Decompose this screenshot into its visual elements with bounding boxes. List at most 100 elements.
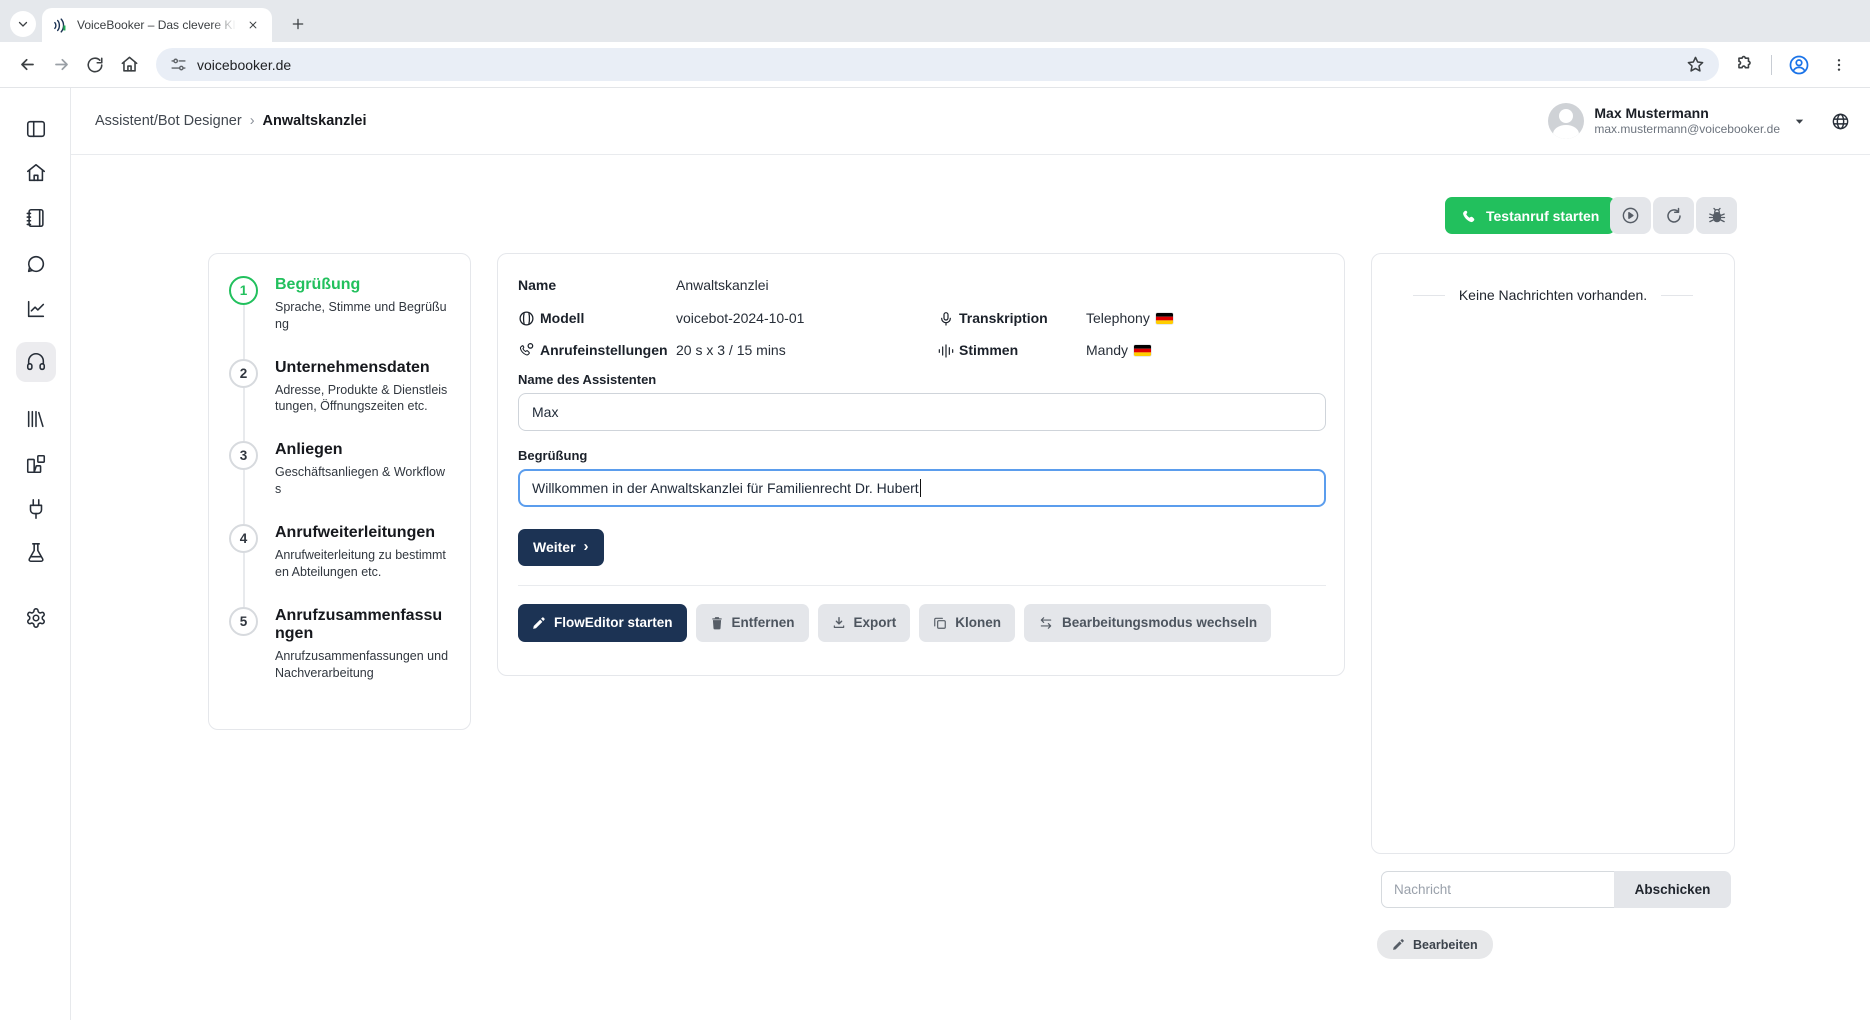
site-info-icon[interactable] xyxy=(170,56,187,73)
play-button[interactable] xyxy=(1610,197,1651,234)
transcription-label: Transkription xyxy=(959,310,1048,326)
stepper-step-2[interactable]: 2 Unternehmensdaten Adresse, Produkte & … xyxy=(229,359,450,442)
sidebar-item-analytics[interactable] xyxy=(24,297,48,321)
tab-title: VoiceBooker – Das clevere KI-g xyxy=(77,18,236,32)
clone-button[interactable]: Klonen xyxy=(919,604,1015,642)
back-button[interactable] xyxy=(10,48,44,82)
home-icon xyxy=(25,162,47,184)
notebook-icon xyxy=(25,207,47,229)
browser-tab[interactable]: VoiceBooker – Das clevere KI-g xyxy=(42,8,272,42)
download-icon xyxy=(832,616,846,630)
address-bar[interactable]: voicebooker.de xyxy=(156,48,1719,81)
trash-icon xyxy=(710,616,724,630)
test-call-button[interactable]: Testanruf starten xyxy=(1445,197,1615,234)
breadcrumb-parent[interactable]: Assistent/Bot Designer xyxy=(95,113,242,129)
step-number: 3 xyxy=(229,441,258,470)
transcription-value: Telephony xyxy=(1086,309,1150,329)
chevron-down-icon[interactable] xyxy=(1794,116,1805,127)
clone-label: Klonen xyxy=(955,615,1001,630)
sidebar-item-lab[interactable] xyxy=(24,541,48,565)
breadcrumb: Assistent/Bot Designer › Anwaltskanzlei xyxy=(95,113,366,129)
step-title: Anrufweiterleitungen xyxy=(275,524,450,543)
chat-message-input[interactable] xyxy=(1381,871,1614,908)
greeting-input[interactable]: Willkommen in der Anwaltskanzlei für Fam… xyxy=(518,469,1326,507)
panel-left-icon xyxy=(25,118,47,140)
edit-button[interactable]: Bearbeiten xyxy=(1377,930,1493,959)
next-button[interactable]: Weiter › xyxy=(518,529,604,566)
pencil-icon xyxy=(1392,938,1405,951)
remove-button[interactable]: Entfernen xyxy=(696,604,809,642)
sidebar-item-chat[interactable] xyxy=(24,252,48,276)
swap-arrows-icon xyxy=(1038,616,1054,630)
browser-tabstrip: VoiceBooker – Das clevere KI-g xyxy=(0,0,1870,42)
forward-button[interactable] xyxy=(44,48,78,82)
extensions-button[interactable] xyxy=(1727,48,1761,82)
bookmark-star-icon[interactable] xyxy=(1686,55,1705,74)
flow-editor-button[interactable]: FlowEditor starten xyxy=(518,604,687,642)
step-description: Anrufzusammenfassungen und Nachverarbeit… xyxy=(275,648,450,682)
phone-settings-icon xyxy=(518,342,535,359)
voices-value: Mandy xyxy=(1086,341,1128,361)
step-number: 1 xyxy=(229,276,258,305)
stepper-step-4[interactable]: 4 Anrufweiterleitungen Anrufweiterleitun… xyxy=(229,524,450,607)
chevron-right-icon: › xyxy=(584,538,589,555)
sidebar-item-integrations[interactable] xyxy=(24,497,48,521)
switch-edit-mode-button[interactable]: Bearbeitungsmodus wechseln xyxy=(1024,604,1271,642)
tab-close-icon[interactable] xyxy=(244,16,262,34)
refresh-button[interactable] xyxy=(1653,197,1694,234)
play-circle-icon xyxy=(1621,206,1640,225)
url-text[interactable]: voicebooker.de xyxy=(197,57,1676,73)
new-tab-button[interactable] xyxy=(284,10,312,38)
settings-gear-icon xyxy=(25,607,47,629)
german-flag-icon xyxy=(1156,313,1173,324)
step-number: 5 xyxy=(229,607,258,636)
sidebar-item-home[interactable] xyxy=(24,161,48,185)
extensions-puzzle-icon xyxy=(1735,55,1754,74)
assistant-info-grid: Name Anwaltskanzlei Modell voicebot-2024… xyxy=(518,276,1326,361)
flask-icon xyxy=(25,542,47,564)
language-globe-icon[interactable] xyxy=(1831,112,1850,131)
model-label: Modell xyxy=(540,310,584,326)
text-cursor xyxy=(920,479,922,497)
forward-arrow-icon xyxy=(52,55,71,74)
plug-icon xyxy=(25,498,47,520)
divider xyxy=(1413,295,1445,296)
step-title: Anrufzusammenfassungen xyxy=(275,607,450,645)
test-call-label: Testanruf starten xyxy=(1486,208,1599,224)
stepper-step-3[interactable]: 3 Anliegen Geschäftsanliegen & Workflows xyxy=(229,441,450,524)
phone-icon xyxy=(1461,208,1477,224)
user-name: Max Mustermann xyxy=(1594,105,1780,123)
send-button[interactable]: Abschicken xyxy=(1614,871,1731,908)
breadcrumb-separator: › xyxy=(250,113,255,129)
step-connector xyxy=(243,553,245,607)
greeting-value: Willkommen in der Anwaltskanzlei für Fam… xyxy=(532,480,919,496)
assistant-name-input[interactable] xyxy=(518,393,1326,431)
sidebar-item-notebook[interactable] xyxy=(24,206,48,230)
voices-label: Stimmen xyxy=(959,342,1018,358)
sidebar-item-settings[interactable] xyxy=(24,606,48,630)
reload-button[interactable] xyxy=(78,48,112,82)
step-description: Sprache, Stimme und Begrüßung xyxy=(275,299,450,333)
sidebar-item-assistant[interactable] xyxy=(24,350,48,374)
user-menu[interactable]: Max Mustermann max.mustermann@voicebooke… xyxy=(1548,103,1850,139)
sidebar-item-toggle[interactable] xyxy=(24,117,48,141)
chat-bubble-icon xyxy=(25,253,47,275)
toolbar-separator xyxy=(1771,55,1772,75)
debug-button[interactable] xyxy=(1696,197,1737,234)
name-value: Anwaltskanzlei xyxy=(676,276,769,296)
bug-icon xyxy=(1708,207,1726,225)
stepper-step-1[interactable]: 1 Begrüßung Sprache, Stimme und Begrüßun… xyxy=(229,276,450,359)
sidebar-item-blocks[interactable] xyxy=(24,452,48,476)
home-button[interactable] xyxy=(112,48,146,82)
browser-menu-button[interactable] xyxy=(1822,48,1856,82)
chat-empty-state: Keine Nachrichten vorhanden. xyxy=(1372,287,1734,303)
call-settings-label: Anrufeinstellungen xyxy=(540,342,668,358)
profile-button[interactable] xyxy=(1782,48,1816,82)
stepper-step-5[interactable]: 5 Anrufzusammenfassungen Anrufzusammenfa… xyxy=(229,607,450,693)
sidebar-item-library[interactable] xyxy=(24,407,48,431)
export-button[interactable]: Export xyxy=(818,604,911,642)
switch-edit-mode-label: Bearbeitungsmodus wechseln xyxy=(1062,615,1257,630)
tab-search-button[interactable] xyxy=(10,11,36,37)
microphone-icon xyxy=(938,311,954,327)
plus-icon xyxy=(291,17,305,31)
